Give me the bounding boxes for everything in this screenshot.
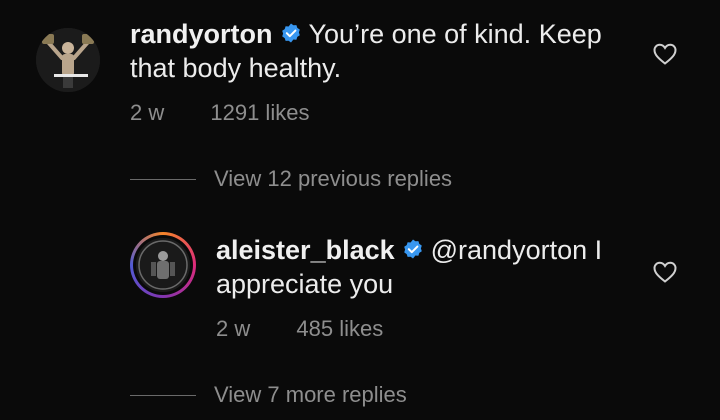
comment-likes[interactable]: 1291 likes [210,100,309,126]
comment-meta: 2 w 1291 likes [130,100,309,126]
comment-text: randyorton You’re one of kind. Keep that… [130,17,630,85]
divider [130,394,196,396]
comment-time: 2 w [130,100,165,125]
view-more-replies[interactable]: View 7 more replies [130,380,407,410]
verified-badge-icon [281,23,300,43]
view-previous-replies[interactable]: View 12 previous replies [130,164,452,194]
comment-time: 2 w [216,316,251,341]
divider [130,178,196,180]
heart-icon[interactable] [652,42,678,66]
avatar-randyorton[interactable] [36,28,100,92]
comment-text: aleister_black @randyorton I appreciate … [216,233,636,301]
view-more-replies-label[interactable]: View 7 more replies [214,382,407,408]
verified-badge-icon [403,239,422,259]
comment-meta: 2 w 485 likes [216,316,383,342]
comment-likes[interactable]: 485 likes [296,316,383,342]
view-previous-replies-label[interactable]: View 12 previous replies [214,166,452,192]
comment-username[interactable]: aleister_black [216,235,395,265]
comment-username[interactable]: randyorton [130,19,273,49]
avatar-aleister-black[interactable] [130,232,196,298]
comment-mention[interactable]: @randyorton [431,235,588,265]
heart-icon[interactable] [652,260,678,284]
